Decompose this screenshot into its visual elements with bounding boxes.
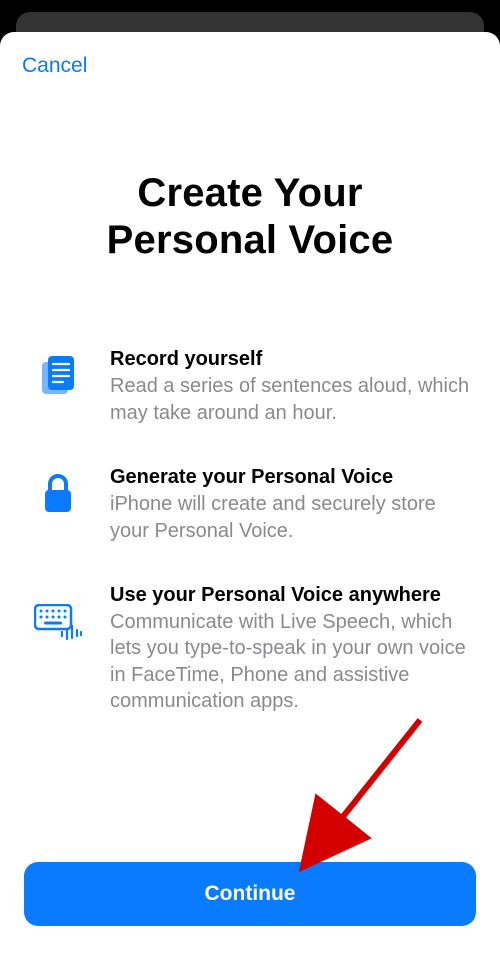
feature-record: Record yourself Read a series of sentenc… — [34, 348, 470, 426]
modal-sheet: Cancel Create Your Personal Voice Record… — [0, 32, 500, 958]
keyboard-voice-icon — [34, 584, 82, 640]
page-title: Create Your Personal Voice — [0, 170, 500, 264]
feature-generate: Generate your Personal Voice iPhone will… — [34, 466, 470, 544]
feature-subtitle: iPhone will create and securely store yo… — [110, 491, 470, 544]
feature-subtitle: Communicate with Live Speech, which lets… — [110, 609, 470, 715]
top-bar: Cancel — [0, 32, 500, 84]
continue-button[interactable]: Continue — [24, 862, 476, 926]
title-line2: Personal Voice — [107, 218, 394, 262]
feature-use-anywhere: Use your Personal Voice anywhere Communi… — [34, 584, 470, 715]
lock-icon — [34, 466, 82, 516]
feature-subtitle: Read a series of sentences aloud, which … — [110, 373, 470, 426]
document-icon — [34, 348, 82, 398]
feature-title: Generate your Personal Voice — [110, 466, 470, 489]
feature-title: Record yourself — [110, 348, 470, 371]
title-line1: Create Your — [137, 171, 362, 215]
feature-title: Use your Personal Voice anywhere — [110, 584, 470, 607]
feature-list: Record yourself Read a series of sentenc… — [0, 348, 500, 714]
cancel-button[interactable]: Cancel — [22, 48, 87, 84]
